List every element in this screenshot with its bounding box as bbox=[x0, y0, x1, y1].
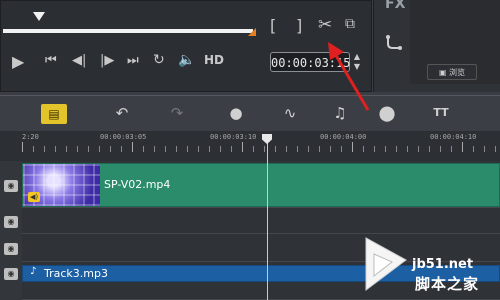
ruler-tick-label: 00:00:03:05 bbox=[100, 133, 147, 141]
track-visibility-icon[interactable]: ◉ bbox=[4, 216, 18, 228]
preview-panel bbox=[0, 0, 372, 92]
browse-button[interactable]: ▣ 浏览 bbox=[427, 64, 477, 80]
ruler-tick-label: 00:00:04:10 bbox=[430, 133, 477, 141]
speaker-icon: ◀) bbox=[28, 192, 40, 202]
title-icon[interactable]: TT bbox=[427, 101, 455, 125]
undo-icon[interactable]: ↶ bbox=[108, 101, 136, 125]
scrub-bar[interactable] bbox=[3, 29, 253, 33]
play-icon[interactable]: ▶ bbox=[12, 52, 24, 71]
scissors-icon[interactable]: ✂ bbox=[318, 15, 332, 35]
ruler-tick-label: 00:00:03:10 bbox=[210, 133, 257, 141]
hd-button[interactable]: HD bbox=[204, 53, 224, 67]
watermark-flag-icon bbox=[365, 237, 407, 291]
timeline-toolbar bbox=[0, 95, 500, 131]
scrub-playhead[interactable] bbox=[33, 12, 45, 21]
playhead-line[interactable] bbox=[267, 140, 268, 300]
ruler-major-ticks bbox=[22, 142, 500, 152]
mark-out-button[interactable]: ] bbox=[296, 16, 302, 35]
ruler-tick-label: 00:00:04:00 bbox=[320, 133, 367, 141]
volume-icon[interactable]: 🔈 bbox=[178, 52, 195, 68]
mark-in-button[interactable]: [ bbox=[270, 16, 276, 35]
ruler-tick-label: 2:20 bbox=[22, 133, 39, 141]
track-visibility-icon[interactable]: ◉ bbox=[4, 180, 18, 192]
browse-label: 浏览 bbox=[449, 68, 466, 77]
fx-tab-label[interactable]: FX bbox=[385, 0, 405, 12]
storyboard-view-button[interactable]: ▤ bbox=[41, 104, 67, 124]
music-note-icon: ♪ bbox=[30, 266, 37, 277]
annotation-arrow-icon bbox=[328, 42, 370, 111]
watermark-site: jb51.net bbox=[412, 257, 474, 272]
track-visibility-icon[interactable]: ◉ bbox=[4, 268, 18, 280]
audio-clip-name: Track3.mp3 bbox=[44, 267, 108, 280]
audio-wave-icon[interactable]: ∿ bbox=[276, 101, 304, 125]
record-icon[interactable]: ● bbox=[222, 101, 250, 125]
repeat-icon[interactable]: ↻ bbox=[153, 52, 165, 68]
watermark-name: 脚本之家 bbox=[415, 275, 480, 293]
motion-path-icon[interactable] bbox=[384, 34, 404, 54]
overlay-track[interactable] bbox=[22, 208, 500, 234]
track-visibility-icon[interactable]: ◉ bbox=[4, 243, 18, 255]
step-forward-icon[interactable]: |▶ bbox=[100, 53, 114, 68]
redo-icon[interactable]: ↷ bbox=[163, 101, 191, 125]
copy-icon[interactable]: ⧉ bbox=[345, 16, 355, 32]
video-clip-name: SP-V02.mp4 bbox=[104, 178, 171, 191]
jump-end-icon[interactable]: ⏭ bbox=[127, 53, 139, 68]
step-back-icon[interactable]: ◀| bbox=[72, 53, 86, 68]
jump-start-icon[interactable]: ⏮ bbox=[45, 53, 57, 68]
